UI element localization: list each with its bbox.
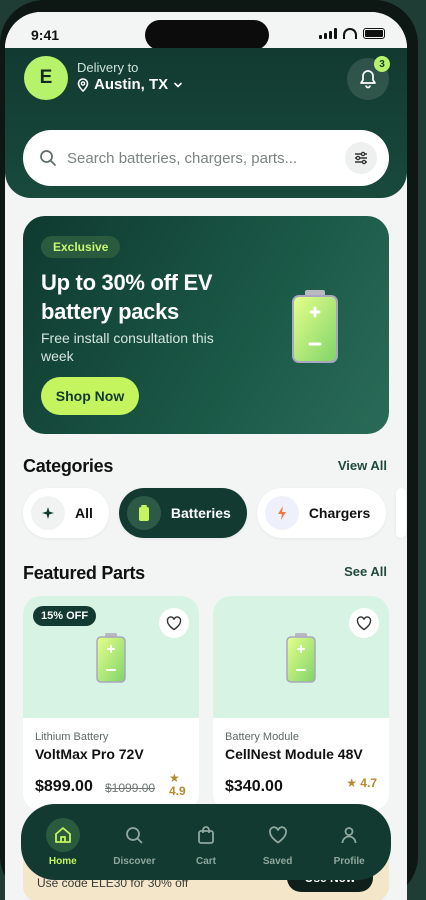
heart-icon — [356, 615, 372, 630]
promo-subtitle: Free install consultation this week — [41, 330, 214, 364]
product-category: Lithium Battery — [35, 731, 109, 743]
categories-title: Categories — [23, 456, 114, 476]
nav-item-discover[interactable]: Discover — [104, 818, 164, 867]
promo-title: Up to 30% off EV battery packs — [41, 270, 213, 324]
promo-banner: Exclusive Up to 30% off EV battery packs… — [23, 216, 389, 434]
product-price: $899.00 — [35, 778, 93, 795]
category-chip-chargers[interactable]: Chargers — [256, 488, 387, 538]
bolt-icon — [264, 496, 299, 530]
nav-item-profile[interactable]: Profile — [319, 818, 379, 867]
favorite-button[interactable] — [349, 608, 379, 638]
wifi-icon — [343, 28, 357, 39]
sliders-icon — [355, 151, 367, 165]
product-rating: ★ 4.7 — [346, 776, 377, 790]
battery-status-icon — [363, 28, 385, 39]
discount-badge: 15% OFF — [33, 606, 97, 626]
view-all-link[interactable]: View All — [338, 458, 387, 473]
featured-title: Featured Parts — [23, 563, 145, 583]
battery-product-icon — [96, 633, 126, 683]
nav-label: Profile — [333, 855, 365, 867]
search-input[interactable] — [67, 149, 345, 167]
sparkle-icon — [31, 496, 65, 530]
product-old-price: $1099.00 — [105, 781, 156, 795]
nav-label: Discover — [113, 855, 156, 867]
phone-frame: 9:41 E Delivery to Austin, TX 3 Search b… — [0, 0, 418, 900]
home-icon — [45, 817, 80, 852]
nav-label: Saved — [262, 855, 293, 867]
category-list: All Batteries Chargers — [23, 488, 407, 538]
profile-icon — [332, 818, 366, 852]
see-all-link[interactable]: See All — [344, 564, 387, 579]
nav-label: Home — [48, 855, 77, 867]
bell-icon — [360, 70, 376, 89]
app-screen: 9:41 E Delivery to Austin, TX 3 Search b… — [5, 12, 407, 900]
system-icons — [319, 28, 385, 39]
product-card[interactable]: 15% OFF Lithium Battery VoltMax Pro 72V … — [23, 596, 199, 811]
app-header: E Delivery to Austin, TX 3 — [5, 48, 407, 198]
bottom-nav: Home Discover Cart Saved Profile — [21, 804, 391, 880]
status-time: 9:41 — [31, 27, 60, 43]
nav-item-cart[interactable]: Cart — [176, 818, 236, 867]
category-chip-batteries[interactable]: Batteries — [118, 488, 247, 538]
search-icon — [40, 150, 56, 166]
delivery-label: Delivery to — [77, 60, 139, 75]
status-bar: 9:41 — [5, 12, 407, 52]
category-chip-more[interactable] — [396, 488, 407, 538]
category-chip-all[interactable]: All — [23, 488, 109, 538]
heart-icon — [261, 818, 295, 852]
location-selector[interactable]: Austin, TX — [77, 76, 183, 93]
nav-item-saved[interactable]: Saved — [248, 818, 308, 867]
product-rating: ★ 4.9 — [169, 771, 186, 798]
promo-tag: Exclusive — [41, 236, 121, 258]
chevron-down-icon — [174, 82, 182, 88]
product-price: $340.00 — [225, 778, 283, 795]
battery-icon — [126, 496, 161, 530]
location-text: Austin, TX — [94, 76, 169, 93]
product-name: VoltMax Pro 72V — [35, 746, 144, 762]
nav-item-home[interactable]: Home — [33, 817, 93, 867]
notification-badge: 3 — [374, 56, 390, 72]
category-label: Chargers — [308, 505, 371, 521]
category-label: All — [75, 505, 93, 521]
category-label: Batteries — [170, 505, 231, 521]
shop-now-button[interactable]: Shop Now — [41, 377, 139, 415]
signal-icon — [319, 28, 337, 39]
cart-icon — [189, 818, 223, 852]
location-pin-icon — [77, 77, 89, 92]
battery-illustration-icon — [292, 290, 338, 363]
nav-label: Cart — [195, 855, 216, 867]
favorite-button[interactable] — [159, 608, 189, 638]
product-name: CellNest Module 48V — [225, 746, 363, 762]
product-card[interactable]: Battery Module CellNest Module 48V $340.… — [213, 596, 389, 811]
battery-product-icon — [286, 633, 316, 683]
search-bar[interactable] — [23, 130, 389, 186]
avatar[interactable]: E — [24, 56, 68, 100]
search-icon — [117, 818, 151, 852]
heart-icon — [166, 615, 182, 630]
dynamic-island — [145, 20, 269, 50]
product-category: Battery Module — [225, 731, 299, 743]
filter-button[interactable] — [345, 142, 377, 174]
